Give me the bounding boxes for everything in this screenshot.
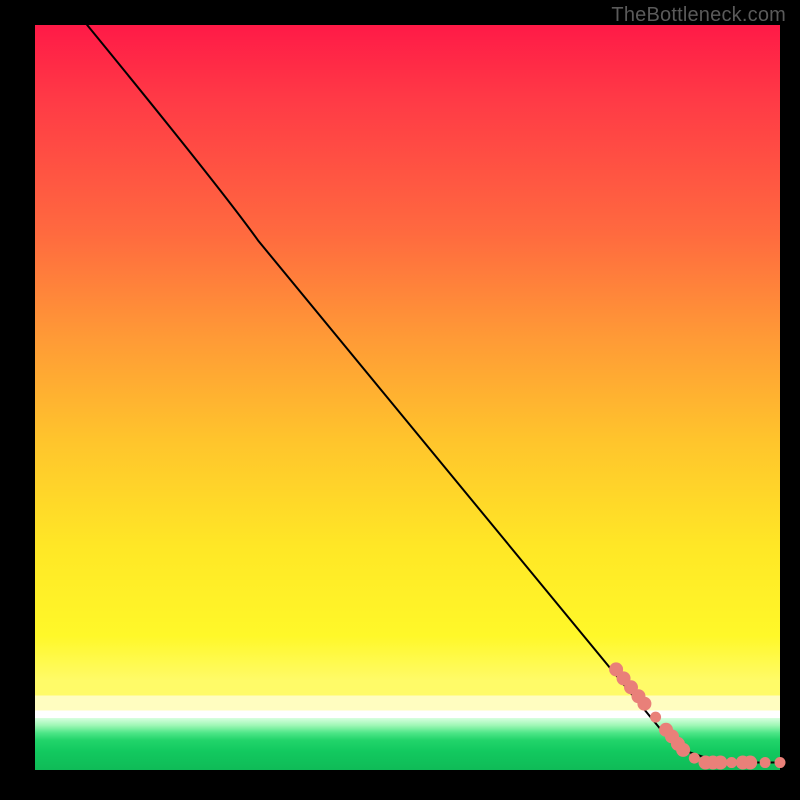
data-point	[743, 756, 757, 770]
data-point	[650, 712, 661, 723]
data-point	[637, 697, 651, 711]
plot-area	[35, 25, 780, 770]
data-point	[676, 743, 690, 757]
data-point	[713, 756, 727, 770]
bottleneck-curve	[87, 25, 780, 763]
data-point	[775, 757, 786, 768]
data-point	[689, 753, 700, 764]
data-point	[760, 757, 771, 768]
data-point	[726, 757, 737, 768]
highlighted-points	[609, 662, 785, 769]
curve-layer	[35, 25, 780, 770]
watermark-label: TheBottleneck.com	[611, 4, 786, 27]
chart-frame: TheBottleneck.com	[0, 0, 800, 800]
